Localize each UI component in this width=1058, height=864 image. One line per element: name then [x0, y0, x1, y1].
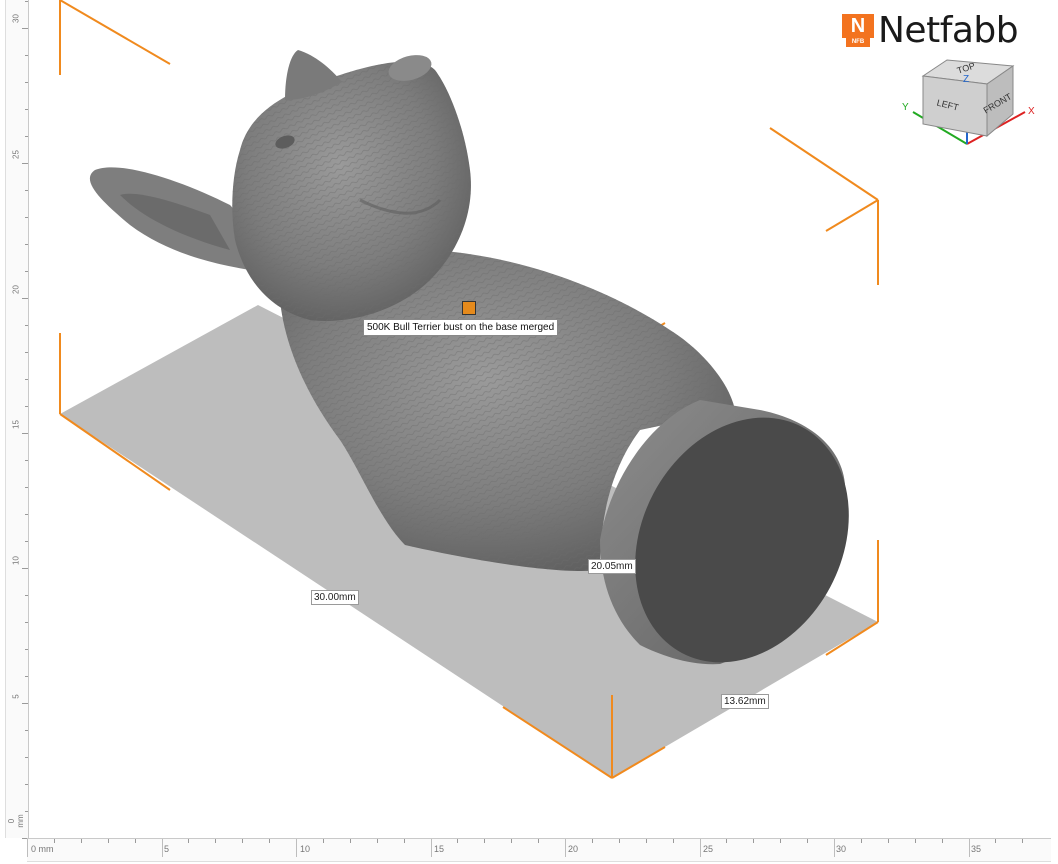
ruler-left-tick [22, 163, 28, 164]
netfabb-badge-icon: N NFB [842, 14, 874, 48]
3d-viewport[interactable]: 500K Bull Terrier bust on the base merge… [0, 0, 1058, 864]
brand-name: Netfabb [878, 10, 1019, 51]
ruler-bottom-tick [807, 839, 809, 843]
ruler-left-tick [25, 271, 28, 272]
ruler-left-label: 5 [11, 694, 21, 699]
ruler-left-unit: 0 mm [7, 814, 25, 828]
ruler-left-tick [25, 541, 28, 542]
ruler-bottom-tick [511, 839, 513, 843]
ruler-left-label: 20 [11, 285, 21, 294]
ruler-bottom-tick [860, 839, 862, 843]
ruler-left-tick [25, 217, 28, 218]
ruler-bottom-label: 25 [703, 844, 714, 854]
ruler-bottom-tick [995, 839, 997, 843]
axis-y-label: Y [902, 102, 909, 113]
ruler-bottom-label: 35 [971, 844, 982, 854]
ruler-left-tick [25, 595, 28, 596]
ruler-bottom-tick [780, 839, 782, 843]
ruler-left-label: 30 [11, 14, 21, 23]
ruler-bottom-tick [1022, 839, 1024, 843]
vertical-ruler: 0 mm 5 10 15 20 25 30 [5, 0, 29, 839]
ruler-left-tick [25, 190, 28, 191]
ruler-bottom-tick [914, 839, 916, 843]
ruler-bottom-label: 20 [568, 844, 579, 854]
ruler-left-tick [22, 433, 28, 434]
ruler-bottom-tick [618, 839, 620, 843]
ruler-left-tick [22, 703, 28, 704]
ruler-left-tick [25, 460, 28, 461]
ruler-bottom-tick [834, 839, 835, 857]
ruler-left-tick [25, 649, 28, 650]
ruler-left-tick [25, 379, 28, 380]
ruler-bottom-tick [376, 839, 378, 843]
part-name-label[interactable]: 500K Bull Terrier bust on the base merge… [363, 319, 559, 336]
ruler-bottom-label: 15 [434, 844, 445, 854]
ruler-left-tick [22, 568, 28, 569]
ruler-left-tick [25, 352, 28, 353]
ruler-left-tick [25, 514, 28, 515]
axis-x-label: X [1028, 106, 1035, 117]
ruler-left-tick [25, 487, 28, 488]
ruler-bottom-tick [403, 839, 405, 843]
ruler-bottom-tick [161, 839, 163, 857]
ruler-bottom-tick [645, 839, 647, 843]
view-cube[interactable]: TOP LEFT FRONT X Y Z [895, 52, 1035, 152]
ruler-bottom-tick [107, 839, 109, 843]
ruler-bottom-tick [565, 839, 566, 857]
ruler-bottom-tick [591, 839, 593, 843]
ruler-left-label: 15 [11, 420, 21, 429]
ruler-bottom-tick [484, 839, 486, 843]
ruler-left-tick [25, 136, 28, 137]
ruler-left-label: 25 [11, 150, 21, 159]
dimension-length-label: 30.00mm [311, 590, 359, 605]
ruler-left-tick [25, 406, 28, 407]
ruler-left-tick [25, 1, 28, 2]
ruler-bottom-tick [80, 839, 82, 843]
ruler-bottom-tick [538, 839, 540, 843]
dimension-width-label: 13.62mm [721, 694, 769, 709]
ruler-left-tick [25, 622, 28, 623]
ruler-left-tick [25, 784, 28, 785]
ruler-bottom-tick [753, 839, 755, 843]
ruler-bottom-tick [968, 839, 970, 857]
ruler-bottom-tick [269, 839, 271, 843]
ruler-left-tick [22, 28, 28, 29]
part-selection-handle[interactable] [462, 301, 476, 315]
ruler-bottom-unit: 0 mm [31, 844, 54, 854]
ruler-bottom-tick [430, 839, 432, 857]
dimension-height-label: 20.05mm [588, 559, 636, 574]
ruler-left-label: 10 [11, 556, 21, 565]
ruler-bottom-label: 30 [836, 844, 847, 854]
ruler-bottom-tick [322, 839, 324, 843]
ruler-left-tick [25, 676, 28, 677]
ruler-bottom-tick [887, 839, 889, 843]
ruler-bottom-label: 5 [164, 844, 170, 854]
axis-z-label: Z [963, 74, 969, 85]
ruler-bottom-tick [699, 839, 701, 857]
ruler-bottom-tick [726, 839, 728, 843]
ruler-bottom-tick [188, 839, 190, 843]
ruler-left-tick [25, 55, 28, 56]
ruler-bottom-tick [27, 839, 28, 857]
ruler-bottom-tick [53, 839, 55, 843]
ruler-left-tick [25, 730, 28, 731]
ruler-bottom-tick [134, 839, 136, 843]
ruler-left-tick [25, 82, 28, 83]
ruler-left-tick [25, 325, 28, 326]
ruler-left-tick [25, 244, 28, 245]
ruler-left-tick [22, 298, 28, 299]
ruler-bottom-label: 10 [300, 844, 311, 854]
ruler-bottom-tick [941, 839, 943, 843]
ruler-left-tick [25, 811, 28, 812]
ruler-left-tick [25, 109, 28, 110]
ruler-left-tick [25, 757, 28, 758]
ruler-bottom-tick [215, 839, 217, 843]
ruler-bottom-tick [242, 839, 244, 843]
ruler-bottom-tick [349, 839, 351, 843]
ruler-bottom-tick [457, 839, 459, 843]
ruler-bottom-tick [672, 839, 674, 843]
horizontal-ruler: 0 mm 5 10 15 20 25 30 35 [27, 838, 1051, 862]
ruler-bottom-tick [296, 839, 297, 857]
